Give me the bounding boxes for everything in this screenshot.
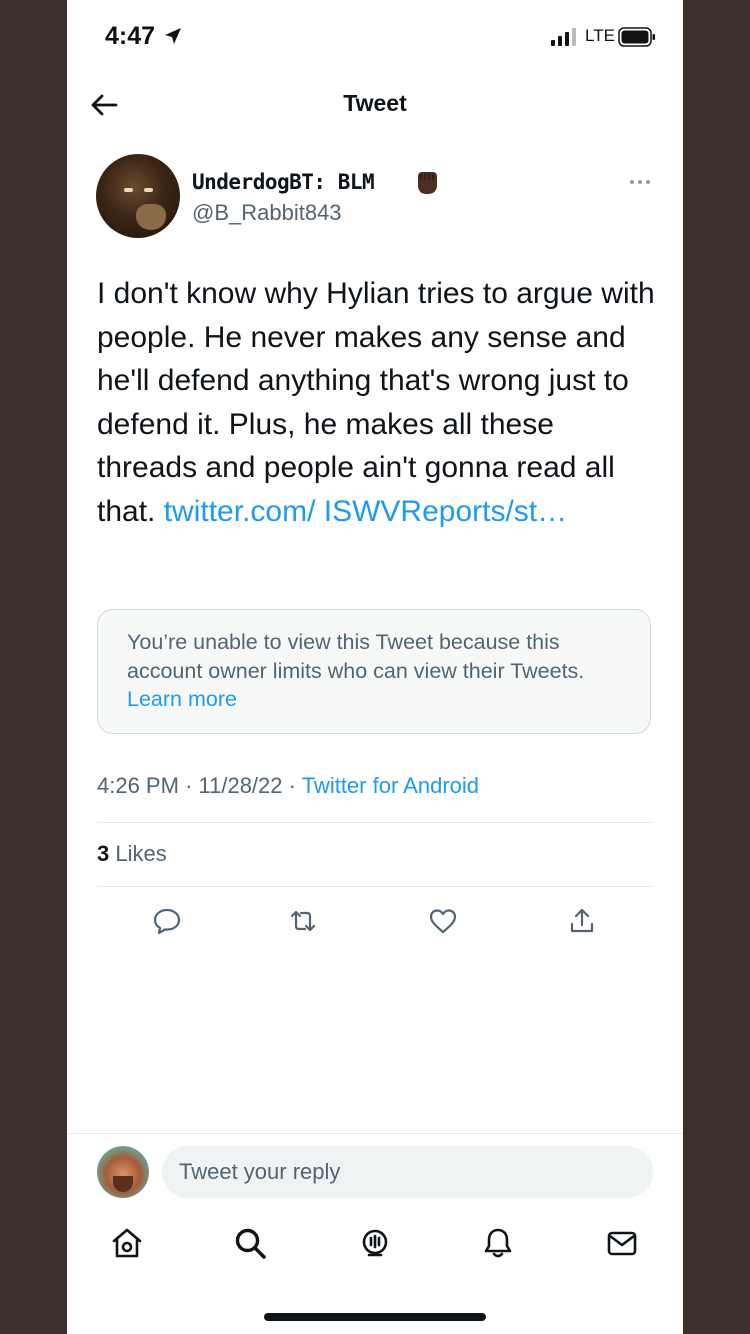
phone-screen: 4:47 LTE Tweet UnderdogBT: BLM @B_Rabbit…	[67, 0, 683, 1334]
learn-more-link[interactable]: Learn more	[127, 687, 237, 711]
home-icon[interactable]	[110, 1226, 144, 1260]
battery-icon	[618, 27, 655, 47]
tweet-source[interactable]: Twitter for Android	[302, 773, 479, 798]
notifications-icon[interactable]	[481, 1226, 515, 1260]
status-bar: 4:47 LTE	[67, 0, 683, 70]
reply-icon[interactable]	[152, 906, 182, 936]
share-icon[interactable]	[567, 906, 597, 936]
meta-separator: ·	[185, 773, 199, 798]
page-title: Tweet	[343, 90, 407, 116]
likes-count[interactable]: 3 Likes	[97, 841, 167, 867]
tweet-meta: 4:26 PM · 11/28/22 · Twitter for Android	[97, 773, 479, 799]
more-options-icon[interactable]	[627, 172, 653, 192]
author-display-name[interactable]: UnderdogBT: BLM	[192, 170, 375, 194]
tweet-body: I don't know why Hylian tries to argue w…	[97, 272, 657, 533]
divider	[67, 1133, 683, 1134]
author-handle[interactable]: @B_Rabbit843	[192, 200, 342, 226]
likes-number: 3	[97, 841, 110, 866]
search-icon[interactable]	[233, 1226, 267, 1260]
reply-input[interactable]: Tweet your reply	[162, 1146, 653, 1198]
carrier-label: LTE	[585, 26, 615, 45]
author-avatar[interactable]	[96, 154, 180, 238]
tweet-date: 11/28/22	[198, 773, 283, 798]
messages-icon[interactable]	[605, 1226, 639, 1260]
tweet-link[interactable]: twitter.com/ ISWVReports/st…	[164, 495, 567, 528]
spaces-icon[interactable]	[358, 1226, 392, 1260]
raised-fist-icon	[418, 172, 437, 194]
current-user-avatar[interactable]	[97, 1146, 149, 1198]
tweet-header: Tweet	[67, 80, 683, 130]
tweet-text: I don't know why Hylian tries to argue w…	[97, 277, 655, 528]
retweet-icon[interactable]	[288, 906, 318, 936]
notice-text: You’re unable to view this Tweet because…	[127, 630, 585, 683]
location-arrow-icon	[165, 28, 181, 44]
tweet-time: 4:26 PM	[97, 773, 179, 798]
signal-strength-icon	[551, 28, 576, 46]
divider	[97, 886, 653, 887]
home-indicator[interactable]	[264, 1313, 486, 1321]
meta-separator: ·	[288, 773, 302, 798]
divider	[97, 822, 653, 823]
unavailable-tweet-notice: You’re unable to view this Tweet because…	[97, 609, 651, 734]
like-icon[interactable]	[428, 906, 458, 936]
status-time: 4:47	[105, 22, 156, 50]
likes-label: Likes	[115, 841, 167, 866]
notice-body: You’re unable to view this Tweet because…	[127, 628, 627, 714]
